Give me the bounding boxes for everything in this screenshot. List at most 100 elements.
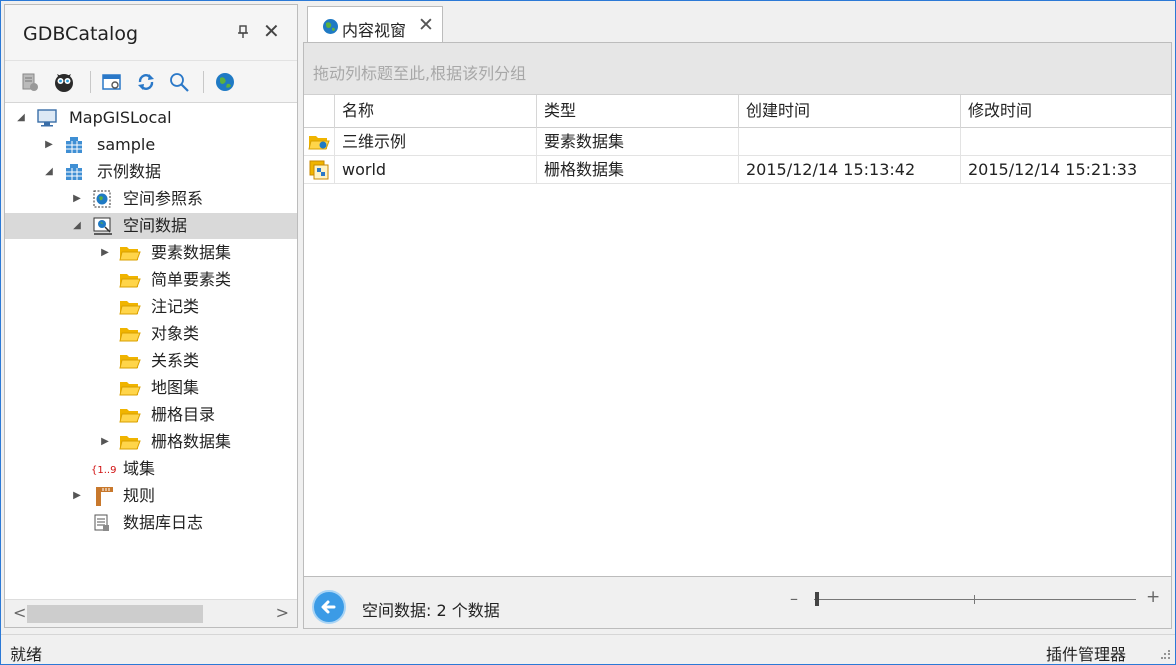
panel-header: GDBCatalog ✕ (5, 5, 297, 61)
row-indicator-header (304, 95, 335, 128)
column-header-created[interactable]: 创建时间 (739, 95, 961, 128)
spatial-data-icon (93, 217, 112, 235)
expand-toggle-icon[interactable]: ◢ (15, 105, 27, 131)
cell-created (739, 128, 961, 156)
log-document-icon (93, 514, 111, 532)
panel-close-button[interactable]: ✕ (263, 19, 280, 43)
table-row[interactable]: world 栅格数据集 2015/12/14 15:13:42 2015/12/… (304, 156, 1171, 184)
expand-toggle-icon[interactable]: ▶ (43, 132, 55, 158)
group-by-hint: 拖动列标题至此,根据该列分组 (313, 64, 527, 83)
folder-icon (119, 406, 141, 424)
tree-node-relation-class[interactable]: 关系类 (5, 348, 297, 374)
window-settings-icon[interactable] (101, 71, 123, 93)
cell-modified: 2015/12/14 15:21:33 (968, 160, 1138, 179)
cell-type: 要素数据集 (537, 128, 739, 156)
item-count-status: 空间数据: 2 个数据 (362, 601, 500, 620)
tree-node-label: 栅格数据集 (151, 432, 232, 451)
tree-node-label: 地图集 (151, 378, 200, 397)
scroll-left-icon[interactable]: < (13, 603, 26, 622)
tree-node-annotation[interactable]: 注记类 (5, 294, 297, 320)
scrollbar-thumb[interactable] (27, 605, 203, 623)
folder-icon (119, 325, 141, 343)
tree-node-label: 栅格目录 (151, 405, 216, 424)
expand-toggle-icon[interactable]: ▶ (71, 186, 83, 212)
tree-node-label: 要素数据集 (151, 243, 232, 262)
computer-icon (37, 109, 57, 127)
panel-title: GDBCatalog (23, 23, 139, 45)
zoom-out-button[interactable]: – (790, 589, 798, 608)
zoom-slider-tick (974, 595, 975, 604)
grid-header: 名称 类型 创建时间 修改时间 (304, 95, 1171, 128)
group-by-panel[interactable]: 拖动列标题至此,根据该列分组 (304, 43, 1171, 95)
cell-modified (961, 128, 1171, 156)
tree-node-raster-catalog[interactable]: 栅格目录 (5, 402, 297, 428)
search-icon[interactable] (168, 71, 190, 93)
tree-node-mapgislocal[interactable]: ◢ MapGISLocal (5, 105, 297, 131)
tree-node-domain-set[interactable]: {1..9} 域集 (5, 456, 297, 482)
expand-toggle-icon[interactable]: ▶ (99, 240, 111, 266)
resize-grip-icon[interactable] (1161, 650, 1171, 660)
tree-node-raster-dataset[interactable]: ▶ 栅格数据集 (5, 429, 297, 455)
tree-node-object-class[interactable]: 对象类 (5, 321, 297, 347)
tab-close-button[interactable]: ✕ (418, 14, 434, 36)
pin-icon[interactable] (237, 25, 249, 39)
toolbar-separator (203, 71, 204, 93)
tree-node-label: 规则 (123, 486, 156, 505)
tree-node-label: 关系类 (151, 351, 200, 370)
tree-node-spatial-reference[interactable]: ▶ 空间参照系 (5, 186, 297, 212)
tree-node-sample[interactable]: ▶ sample (5, 132, 297, 158)
tree-node-label: 示例数据 (97, 162, 162, 181)
tree-node-demo-data[interactable]: ◢ 示例数据 (5, 159, 297, 185)
tree-node-label: 空间数据 (123, 216, 188, 235)
tree-node-label: MapGISLocal (69, 108, 172, 127)
table-row[interactable]: 三维示例 要素数据集 (304, 128, 1171, 156)
expand-toggle-icon[interactable]: ◢ (71, 213, 83, 239)
database-grid-icon (65, 136, 83, 154)
tree-horizontal-scrollbar[interactable]: < > (5, 599, 297, 627)
tree-node-label: 注记类 (151, 297, 200, 316)
tree-node-rules[interactable]: ▶ 规则 (5, 483, 297, 509)
folder-icon (119, 298, 141, 316)
cell-name: world (335, 156, 537, 184)
zoom-in-button[interactable]: + (1146, 587, 1160, 607)
tree-node-map-set[interactable]: 地图集 (5, 375, 297, 401)
content-view: 拖动列标题至此,根据该列分组 名称 类型 创建时间 修改时间 三维示例 要素数据… (303, 42, 1172, 629)
scroll-right-icon[interactable]: > (276, 603, 289, 622)
expand-toggle-icon[interactable]: ▶ (99, 429, 111, 455)
zoom-slider-track[interactable] (814, 599, 1136, 600)
owl-icon[interactable] (53, 71, 75, 93)
raster-dataset-icon (309, 160, 329, 180)
tree-node-db-log[interactable]: 数据库日志 (5, 510, 297, 536)
refresh-icon[interactable] (135, 71, 157, 93)
document-tab-bar: 内容视窗 ✕ (303, 4, 1171, 44)
server-icon[interactable] (19, 71, 41, 93)
expand-toggle-icon[interactable]: ◢ (43, 159, 55, 185)
back-button[interactable] (312, 590, 346, 624)
feature-dataset-folder-icon (308, 133, 330, 151)
tree-node-simple-feature[interactable]: 简单要素类 (5, 267, 297, 293)
row-indicator (304, 128, 335, 155)
tab-content-view[interactable]: 内容视窗 ✕ (307, 6, 443, 44)
tree-node-label: sample (97, 135, 156, 154)
cell-name: 三维示例 (335, 128, 537, 156)
tree-node-label: 空间参照系 (123, 189, 204, 208)
expand-toggle-icon[interactable]: ▶ (71, 483, 83, 509)
folder-icon (119, 379, 141, 397)
spatial-reference-icon (93, 190, 111, 208)
domain-range-icon: {1..9} (91, 461, 117, 479)
globe-icon[interactable] (214, 71, 236, 93)
folder-icon (119, 352, 141, 370)
status-bar: 就绪 插件管理器 (1, 634, 1175, 664)
column-header-name[interactable]: 名称 (335, 95, 537, 128)
plugin-manager-button[interactable]: 插件管理器 (1046, 641, 1126, 665)
catalog-toolbar (5, 61, 297, 103)
column-header-type[interactable]: 类型 (537, 95, 739, 128)
tree-node-spatial-data[interactable]: ◢ 空间数据 (5, 213, 297, 239)
column-header-modified[interactable]: 修改时间 (961, 95, 1171, 128)
zoom-slider-thumb[interactable] (815, 592, 819, 606)
tree-node-feature-dataset[interactable]: ▶ 要素数据集 (5, 240, 297, 266)
tree-node-label: 简单要素类 (151, 270, 232, 289)
tab-label: 内容视窗 (342, 21, 407, 40)
toolbar-separator (90, 71, 91, 93)
content-footer: 空间数据: 2 个数据 – + (304, 577, 1171, 628)
